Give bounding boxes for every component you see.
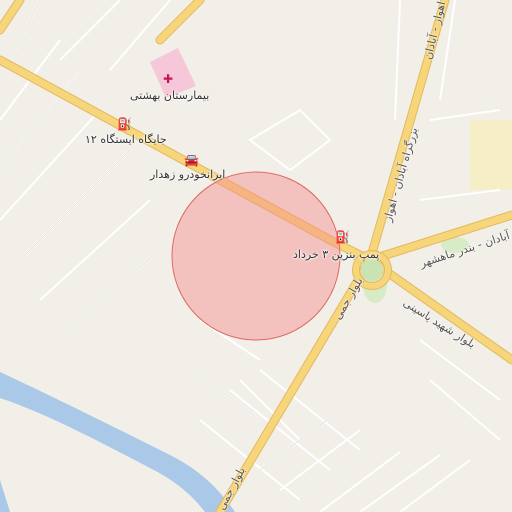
- poi-label-car-dealer[interactable]: ایرانخودرو زهدار: [150, 168, 225, 181]
- roundabout-island: [361, 259, 383, 281]
- poi-label-hospital[interactable]: بیمارستان بهشتی: [130, 89, 209, 102]
- poi-label-gas-station-3-khordad[interactable]: پمپ بنزین ۳ خرداد: [293, 248, 379, 261]
- river: [0, 480, 10, 512]
- river: [0, 372, 235, 512]
- hospital-cross-icon[interactable]: ✚: [161, 73, 175, 85]
- map-view[interactable]: ✚ بیمارستان بهشتی ⛽ جایگاه ایستگاه ۱۲ 🚘 …: [0, 0, 512, 512]
- fuel-pump-icon[interactable]: ⛽: [335, 231, 350, 243]
- fuel-pump-icon[interactable]: ⛽: [117, 118, 132, 130]
- car-icon[interactable]: 🚘: [184, 154, 199, 166]
- yellow-area: [470, 120, 512, 190]
- poi-label-gas-station-12[interactable]: جایگاه ایستگاه ۱۲: [85, 133, 167, 146]
